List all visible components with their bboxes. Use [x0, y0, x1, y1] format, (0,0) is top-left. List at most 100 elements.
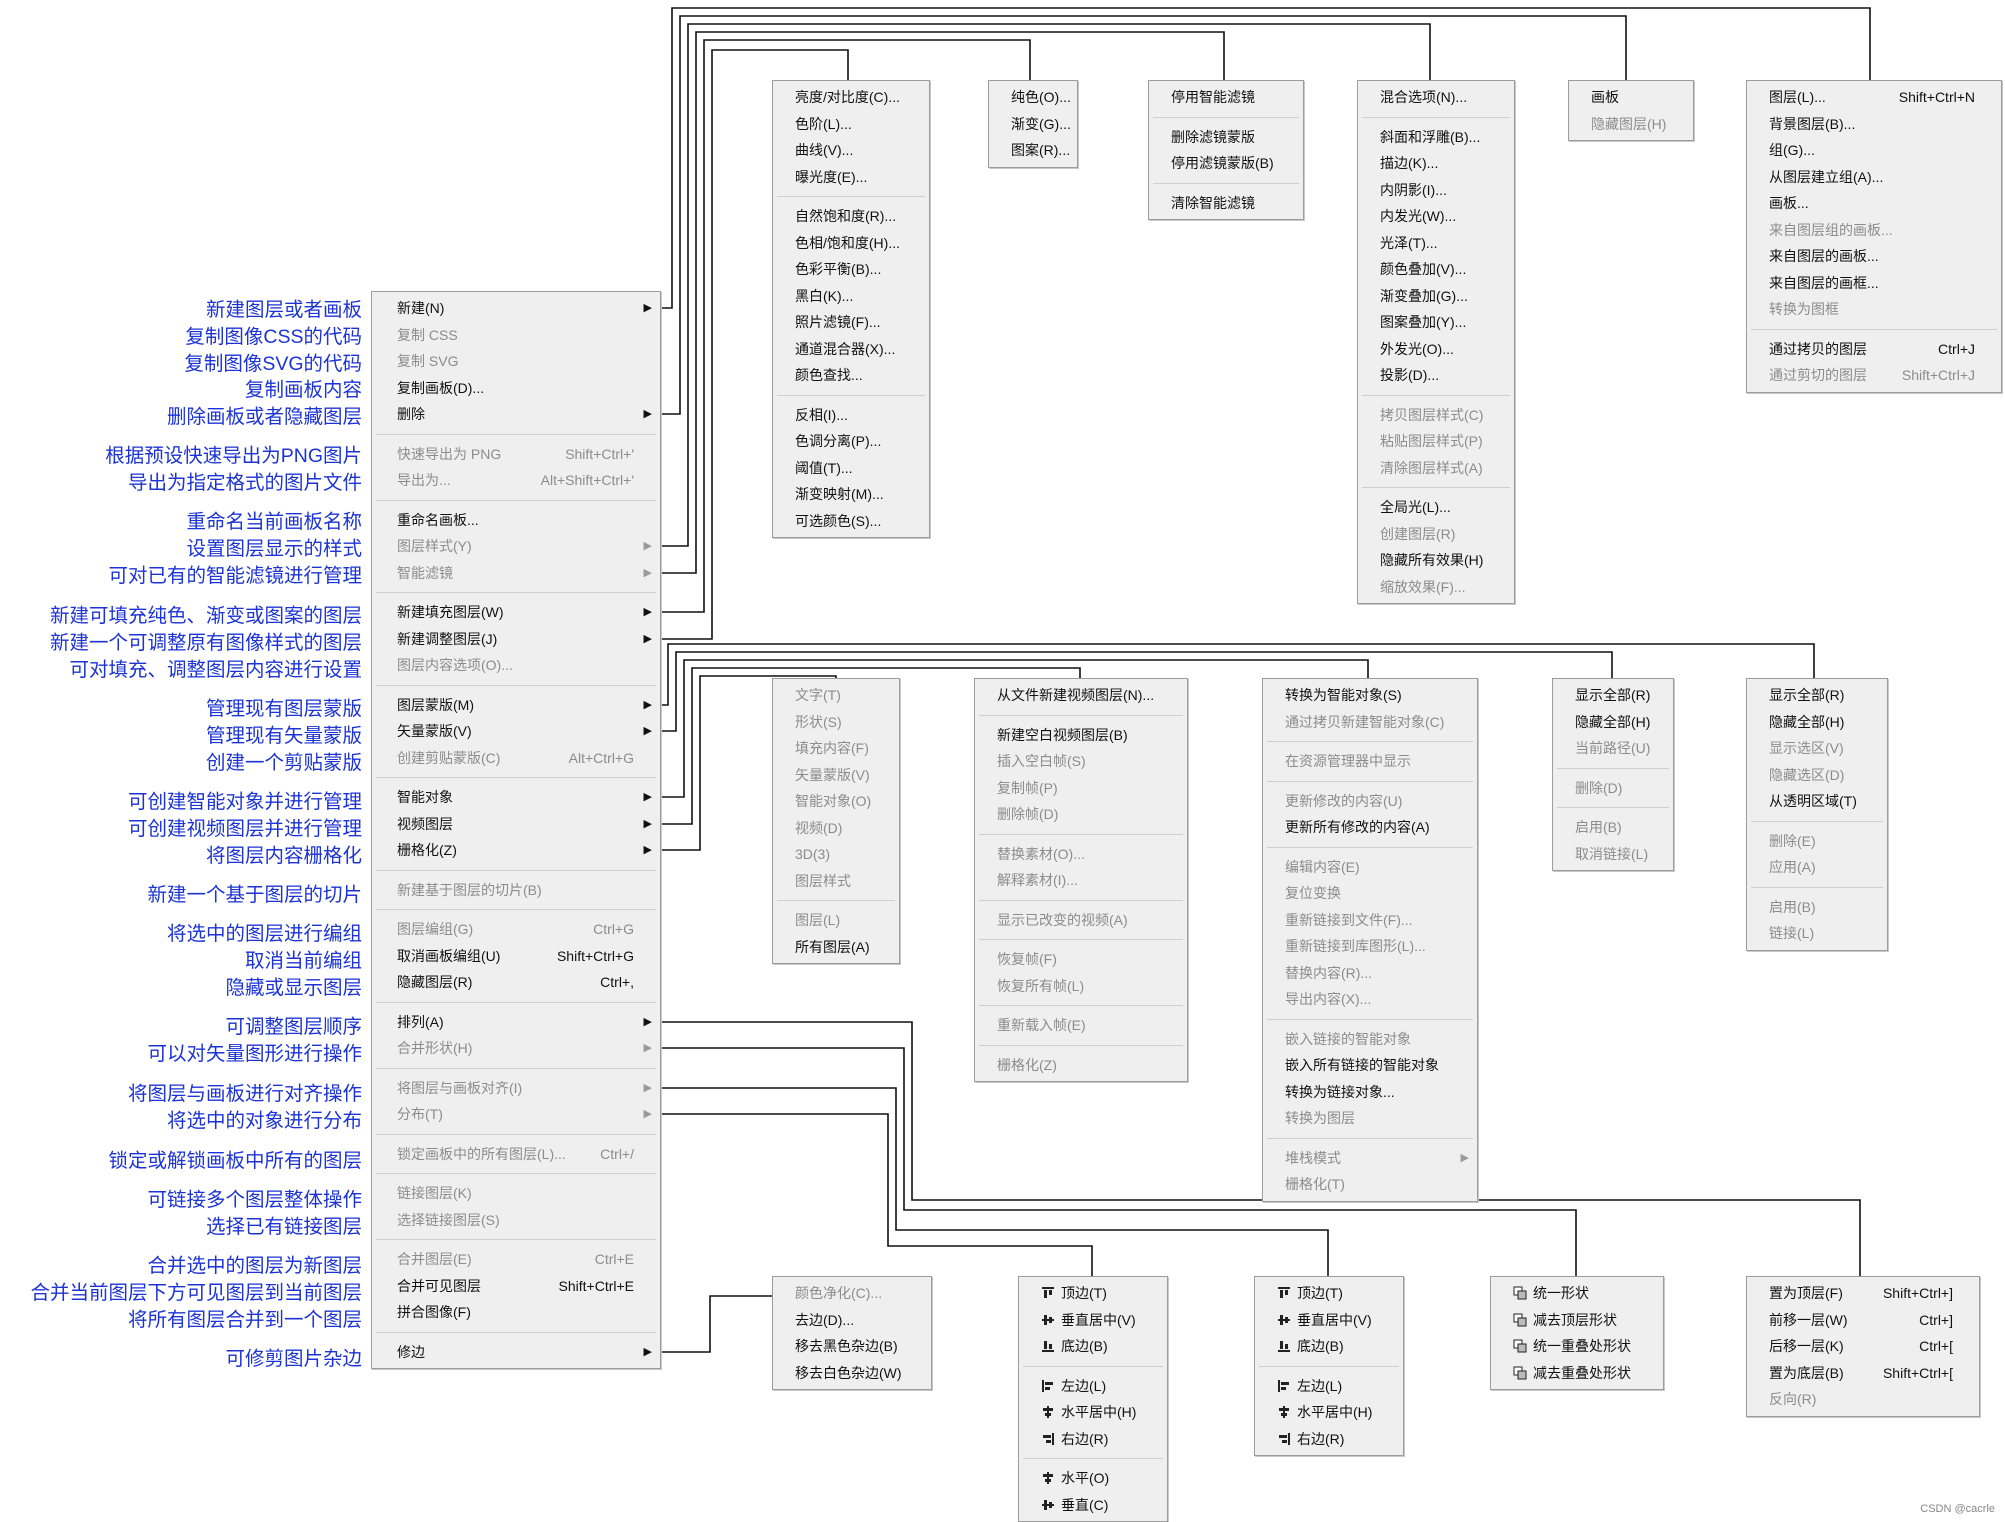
menu-item[interactable]: 移去黑色杂边(B) — [773, 1333, 931, 1360]
menu-item[interactable]: 减去顶层形状 — [1491, 1307, 1663, 1334]
menu-item[interactable]: 隐藏所有效果(H) — [1358, 547, 1514, 574]
menu-item[interactable]: 来自图层的画板... — [1747, 243, 2001, 270]
menu-item[interactable]: 垂直居中(V) — [1255, 1307, 1403, 1334]
menu-item[interactable]: 更新所有修改的内容(A) — [1263, 814, 1477, 841]
menu-item[interactable]: 渐变映射(M)... — [773, 481, 929, 508]
menu-item[interactable]: 隐藏全部(H) — [1553, 709, 1673, 736]
menu-item[interactable]: 垂直(C) — [1019, 1492, 1167, 1519]
menu-item[interactable]: 全局光(L)... — [1358, 494, 1514, 521]
menu-item[interactable]: 投影(D)... — [1358, 362, 1514, 389]
menu-item-label: 隐藏选区(D) — [1769, 766, 1845, 783]
menu-item[interactable]: 减去重叠处形状 — [1491, 1360, 1663, 1387]
menu-item[interactable]: 底边(B) — [1019, 1333, 1167, 1360]
menu-item[interactable]: 移去白色杂边(W) — [773, 1360, 931, 1387]
menu-item[interactable]: 图案(R)... — [989, 137, 1077, 164]
menu-item[interactable]: 画板 — [1569, 84, 1693, 111]
menu-item[interactable]: 水平居中(H) — [1255, 1399, 1403, 1426]
menu-item[interactable]: 曝光度(E)... — [773, 164, 929, 191]
menu-item[interactable]: 底边(B) — [1255, 1333, 1403, 1360]
menu-item[interactable]: 修边 ▶ — [372, 1339, 660, 1366]
menu-item[interactable]: 置为底层(B) Shift+Ctrl+[ — [1747, 1360, 1979, 1387]
menu-item[interactable]: 智能对象 ▶ — [372, 784, 660, 811]
menu-item[interactable]: 删除 ▶ — [372, 401, 660, 428]
menu-item[interactable]: 水平居中(H) — [1019, 1399, 1167, 1426]
menu-item[interactable]: 右边(R) — [1255, 1426, 1403, 1453]
menu-item[interactable]: 新建填充图层(W) ▶ — [372, 599, 660, 626]
menu-item[interactable]: 去边(D)... — [773, 1307, 931, 1334]
menu-item[interactable]: 颜色叠加(V)... — [1358, 256, 1514, 283]
menu-item[interactable]: 从透明区域(T) — [1747, 788, 1887, 815]
menu-item[interactable]: 画板... — [1747, 190, 2001, 217]
menu-item[interactable]: 左边(L) — [1255, 1373, 1403, 1400]
menu-item[interactable]: 排列(A) ▶ — [372, 1009, 660, 1036]
menu-item[interactable]: 光泽(T)... — [1358, 230, 1514, 257]
menu-item[interactable]: 顶边(T) — [1255, 1280, 1403, 1307]
menu-item[interactable]: 矢量蒙版(V) ▶ — [372, 718, 660, 745]
menu-item[interactable]: 删除滤镜蒙版 — [1149, 124, 1303, 151]
menu-item[interactable]: 混合选项(N)... — [1358, 84, 1514, 111]
menu-item[interactable]: 来自图层的画框... — [1747, 270, 2001, 297]
menu-item[interactable]: 视频图层 ▶ — [372, 811, 660, 838]
menu-item[interactable]: 水平(O) — [1019, 1465, 1167, 1492]
menu-item[interactable]: 阈值(T)... — [773, 455, 929, 482]
menu-item[interactable]: 取消画板编组(U) Shift+Ctrl+G — [372, 943, 660, 970]
menu-item[interactable]: 从图层建立组(A)... — [1747, 164, 2001, 191]
menu-item[interactable]: 色阶(L)... — [773, 111, 929, 138]
menu-item[interactable]: 渐变(G)... — [989, 111, 1077, 138]
menu-item[interactable]: 黑白(K)... — [773, 283, 929, 310]
menu-item[interactable]: 内发光(W)... — [1358, 203, 1514, 230]
menu-item[interactable]: 曲线(V)... — [773, 137, 929, 164]
menu-item[interactable]: 隐藏图层(R) Ctrl+, — [372, 969, 660, 996]
menu-item[interactable]: 组(G)... — [1747, 137, 2001, 164]
menu-item[interactable]: 复制画板(D)... — [372, 375, 660, 402]
menu-item[interactable]: 合并可见图层 Shift+Ctrl+E — [372, 1273, 660, 1300]
menu-item[interactable]: 置为顶层(F) Shift+Ctrl+] — [1747, 1280, 1979, 1307]
menu-item[interactable]: 色相/饱和度(H)... — [773, 230, 929, 257]
menu-item[interactable]: 拼合图像(F) — [372, 1299, 660, 1326]
menu-item[interactable]: 垂直居中(V) — [1019, 1307, 1167, 1334]
menu-item[interactable]: 新建(N) ▶ — [372, 295, 660, 322]
menu-item[interactable]: 隐藏全部(H) — [1747, 709, 1887, 736]
menu-item[interactable]: 重命名画板... — [372, 507, 660, 534]
menu-item[interactable]: 停用滤镜蒙版(B) — [1149, 150, 1303, 177]
menu-item[interactable]: 反相(I)... — [773, 402, 929, 429]
menu-item[interactable]: 斜面和浮雕(B)... — [1358, 124, 1514, 151]
menu-item[interactable]: 照片滤镜(F)... — [773, 309, 929, 336]
menu-item[interactable]: 亮度/对比度(C)... — [773, 84, 929, 111]
menu-item[interactable]: 转换为链接对象... — [1263, 1079, 1477, 1106]
menu-item[interactable]: 外发光(O)... — [1358, 336, 1514, 363]
menu-item[interactable]: 色调分离(P)... — [773, 428, 929, 455]
menu-item[interactable]: 纯色(O)... — [989, 84, 1077, 111]
menu-item[interactable]: 所有图层(A) — [773, 934, 899, 961]
menu-item[interactable]: 显示全部(R) — [1553, 682, 1673, 709]
menu-item[interactable]: 图层蒙版(M) ▶ — [372, 692, 660, 719]
menu-item[interactable]: 通道混合器(X)... — [773, 336, 929, 363]
menu-item[interactable]: 通过拷贝的图层 Ctrl+J — [1747, 336, 2001, 363]
menu-item[interactable]: 统一形状 — [1491, 1280, 1663, 1307]
menu-item[interactable]: 图层(L)... Shift+Ctrl+N — [1747, 84, 2001, 111]
menu-item[interactable]: 颜色查找... — [773, 362, 929, 389]
menu-item[interactable]: 新建空白视频图层(B) — [975, 722, 1187, 749]
menu-item[interactable]: 色彩平衡(B)... — [773, 256, 929, 283]
menu-item[interactable]: 从文件新建视频图层(N)... — [975, 682, 1187, 709]
menu-item[interactable]: 描边(K)... — [1358, 150, 1514, 177]
menu-item[interactable]: 自然饱和度(R)... — [773, 203, 929, 230]
menu-item[interactable]: 栅格化(Z) ▶ — [372, 837, 660, 864]
menu-item[interactable]: 顶边(T) — [1019, 1280, 1167, 1307]
menu-item[interactable]: 图案叠加(Y)... — [1358, 309, 1514, 336]
menu-item[interactable]: 后移一层(K) Ctrl+[ — [1747, 1333, 1979, 1360]
menu-item[interactable]: 前移一层(W) Ctrl+] — [1747, 1307, 1979, 1334]
menu-item[interactable]: 新建调整图层(J) ▶ — [372, 626, 660, 653]
menu-item[interactable]: 右边(R) — [1019, 1426, 1167, 1453]
menu-item[interactable]: 背景图层(B)... — [1747, 111, 2001, 138]
menu-item[interactable]: 内阴影(I)... — [1358, 177, 1514, 204]
menu-item[interactable]: 统一重叠处形状 — [1491, 1333, 1663, 1360]
menu-item[interactable]: 显示全部(R) — [1747, 682, 1887, 709]
menu-item[interactable]: 转换为智能对象(S) — [1263, 682, 1477, 709]
menu-item[interactable]: 左边(L) — [1019, 1373, 1167, 1400]
menu-item[interactable]: 嵌入所有链接的智能对象 — [1263, 1052, 1477, 1079]
menu-item[interactable]: 渐变叠加(G)... — [1358, 283, 1514, 310]
menu-item[interactable]: 清除智能滤镜 — [1149, 190, 1303, 217]
menu-item[interactable]: 停用智能滤镜 — [1149, 84, 1303, 111]
menu-item[interactable]: 可选颜色(S)... — [773, 508, 929, 535]
